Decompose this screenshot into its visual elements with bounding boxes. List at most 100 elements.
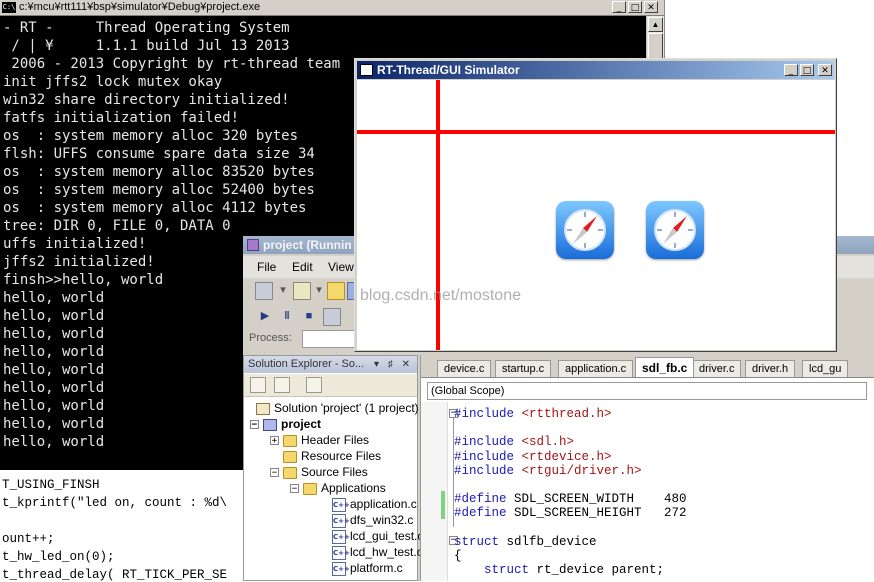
refresh-icon[interactable] — [306, 377, 322, 393]
simulator-close-button[interactable]: ✕ — [818, 64, 832, 76]
tree-item-file[interactable]: C++dfs_win32.c — [332, 512, 413, 528]
tree-item-project[interactable]: − project — [250, 416, 321, 432]
compass-app-icon[interactable] — [556, 201, 614, 259]
console-titlebar[interactable]: C:\ c:¥mcu¥rtt111¥bsp¥simulator¥Debug¥pr… — [0, 0, 664, 16]
console-line: 2006 - 2013 Copyright by rt-thread team — [3, 56, 341, 72]
stop-icon[interactable]: ■ — [301, 308, 317, 324]
vs-title: project (Runnin — [263, 238, 352, 252]
add-item-icon[interactable] — [293, 282, 311, 300]
code-line: { — [454, 549, 462, 564]
collapse-icon[interactable]: − — [290, 484, 299, 494]
tree-item-file[interactable]: C++application.c — [332, 496, 417, 512]
code-line: #include <rtdevice.h> — [454, 450, 612, 465]
tree-item-file[interactable]: C++platform.c — [332, 560, 403, 576]
code-keyword: struct — [454, 563, 530, 578]
code-text: <rtthread.h> — [514, 407, 612, 421]
tree-label: lcd_hw_test.c — [350, 545, 423, 559]
menu-file[interactable]: File — [257, 260, 276, 274]
tab-device-c[interactable]: device.c — [437, 360, 492, 377]
console-minimize-button[interactable]: _ — [612, 1, 626, 13]
background-code-line: t_thread_delay( RT_TICK_PER_SE — [2, 568, 228, 582]
editor-tab-strip: device.c startup.c application.c driver.… — [421, 355, 874, 378]
code-text: sdlfb_device — [499, 534, 597, 549]
code-keyword: #include — [454, 407, 515, 421]
step-icon[interactable] — [323, 308, 341, 326]
code-line: #define SDL_SCREEN_WIDTH 480 — [454, 492, 687, 507]
scope-dropdown[interactable]: (Global Scope) — [427, 382, 867, 400]
code-text: <rtdevice.h> — [514, 449, 612, 464]
pause-icon[interactable]: ‖ — [279, 308, 295, 324]
c-file-icon: C++ — [332, 561, 350, 576]
properties-icon[interactable] — [250, 377, 266, 393]
menu-view[interactable]: View — [328, 260, 354, 274]
console-line: os : system memory alloc 52400 bytes — [3, 182, 315, 198]
panel-controls-icon[interactable]: ▾ ♯ ✕ — [374, 356, 413, 373]
folder-open-icon — [283, 466, 297, 479]
watermark-text: blog.csdn.net/mostone — [360, 287, 521, 304]
process-dropdown[interactable] — [302, 330, 360, 348]
code-line: #include <sdl.h> — [454, 435, 574, 450]
dropdown-arrow-icon[interactable]: ▾ — [275, 282, 291, 298]
open-folder-icon[interactable] — [327, 282, 345, 300]
tab-lcd-gui[interactable]: lcd_gu — [802, 360, 849, 377]
scroll-up-arrow-icon[interactable]: ▲ — [648, 17, 663, 32]
code-line: #include <rtthread.h> — [454, 407, 612, 422]
code-keyword: #define — [454, 492, 507, 507]
change-marker — [441, 491, 445, 519]
console-icon: C:\ — [2, 2, 16, 13]
collapse-icon[interactable]: − — [270, 468, 279, 478]
collapse-icon[interactable]: − — [250, 420, 259, 430]
code-keyword: #include — [454, 463, 515, 478]
compass-app-icon[interactable] — [646, 201, 704, 259]
show-all-files-icon[interactable] — [274, 377, 290, 393]
tree-item-file[interactable]: C++lcd_hw_test.c — [332, 544, 423, 560]
code-text: <rtgui/driver.h> — [514, 463, 642, 478]
tree-label: application.c — [350, 497, 417, 511]
code-text: { — [454, 549, 462, 563]
tab-application-c[interactable]: application.c — [558, 360, 634, 377]
tab-driver-c[interactable]: driver.c — [692, 360, 742, 377]
continue-icon[interactable]: ▶ — [257, 308, 273, 324]
code-editor[interactable]: device.c startup.c application.c driver.… — [420, 355, 874, 581]
solution-explorer-panel: Solution Explorer - So... ▾ ♯ ✕ Solution… — [243, 355, 423, 581]
c-file-icon: C++ — [332, 513, 350, 528]
tree-item-header-files[interactable]: + Header Files — [270, 432, 369, 448]
expand-icon[interactable]: + — [270, 436, 279, 446]
tree-item-applications[interactable]: − Applications — [290, 480, 386, 496]
project-icon — [263, 418, 277, 431]
tab-startup-c[interactable]: startup.c — [495, 360, 552, 377]
tree-label: project — [281, 417, 322, 431]
tree-label: Resource Files — [301, 449, 382, 463]
console-line: fatfs initialization failed! — [3, 110, 240, 126]
tab-driver-h[interactable]: driver.h — [745, 360, 796, 377]
simulator-maximize-button[interactable]: □ — [800, 64, 814, 76]
background-code-line: ount++; — [2, 532, 55, 546]
simulator-titlebar[interactable]: RT-Thread/GUI Simulator _ □ ✕ — [357, 61, 834, 79]
red-vertical-line — [436, 80, 440, 350]
solution-explorer-header[interactable]: Solution Explorer - So... ▾ ♯ ✕ — [244, 356, 417, 373]
process-selector: Process: — [249, 330, 360, 348]
red-horizontal-line — [357, 130, 835, 134]
vs-toolbar-standard: ▾ ▾ — [247, 282, 367, 302]
tab-sdl-fb-c[interactable]: sdl_fb.c — [635, 357, 695, 377]
c-file-icon: C++ — [332, 497, 350, 512]
menu-edit[interactable]: Edit — [292, 260, 313, 274]
folder-icon — [283, 450, 297, 463]
new-project-icon[interactable] — [255, 282, 273, 300]
simulator-minimize-button[interactable]: _ — [784, 64, 798, 76]
simulator-canvas[interactable] — [357, 80, 835, 350]
tree-item-resource-files[interactable]: Resource Files — [283, 448, 381, 464]
vs-toolbar-debug: ▶ ‖ ■ — [247, 308, 367, 328]
tree-item-file[interactable]: C++lcd_gui_test.c — [332, 528, 423, 544]
tree-item-solution[interactable]: Solution 'project' (1 project) — [256, 400, 419, 416]
code-line: #include <rtgui/driver.h> — [454, 464, 642, 479]
dropdown-arrow-icon[interactable]: ▾ — [311, 282, 327, 298]
gui-simulator-window[interactable]: RT-Thread/GUI Simulator _ □ ✕ — [354, 58, 837, 352]
code-keyword: struct — [454, 534, 500, 549]
console-close-button[interactable]: ✕ — [644, 1, 658, 13]
console-maximize-button[interactable]: □ — [628, 1, 642, 13]
tree-item-source-files[interactable]: − Source Files — [270, 464, 368, 480]
console-line: os : system memory alloc 83520 bytes — [3, 164, 315, 180]
code-line: struct rt_device parent; — [454, 563, 664, 578]
window-icon — [360, 64, 373, 76]
